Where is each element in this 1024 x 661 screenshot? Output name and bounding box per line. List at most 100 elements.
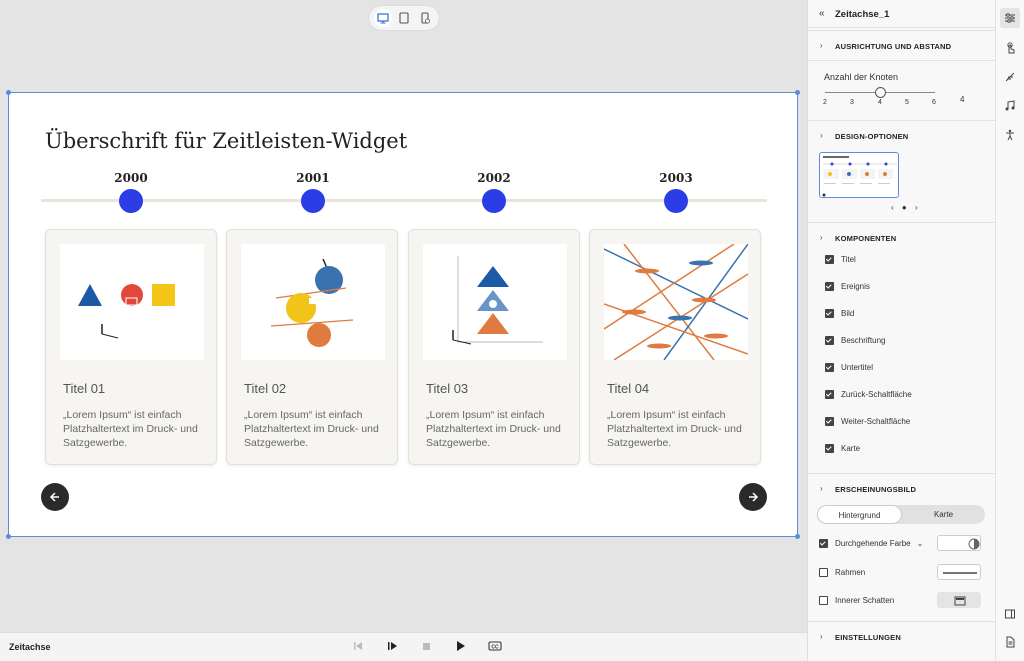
panel-toggle-button[interactable] — [1000, 604, 1020, 624]
panel-toggle-icon — [1005, 609, 1015, 619]
timeline-node[interactable] — [482, 189, 506, 213]
section-label: DESIGN-OPTIONEN — [835, 132, 909, 141]
crossing-lines-illustration — [604, 244, 748, 360]
effects-tab[interactable] — [1000, 67, 1020, 87]
properties-tab[interactable] — [1000, 8, 1020, 28]
timeline-card[interactable]: Titel 04 „Lorem Ipsum“ ist einfach Platz… — [589, 229, 761, 465]
checkbox[interactable] — [825, 335, 834, 345]
solid-color-row[interactable]: Durchgehende Farbe ⌄ — [819, 536, 923, 550]
card-image — [423, 244, 567, 360]
timeline-node[interactable] — [119, 189, 143, 213]
border-style-picker[interactable] — [937, 564, 981, 580]
section-design[interactable]: › DESIGN-OPTIONEN — [808, 120, 996, 150]
section-label: KOMPONENTEN — [835, 234, 897, 243]
resize-handle[interactable] — [6, 534, 11, 539]
prev-button[interactable] — [41, 483, 69, 511]
canvas-area: Überschrift für Zeitleisten-Widget 2000 … — [0, 0, 807, 632]
interaction-tab[interactable] — [1000, 38, 1020, 58]
document-button[interactable] — [1000, 632, 1020, 652]
desktop-icon — [377, 12, 389, 23]
desktop-view-button[interactable] — [374, 9, 393, 27]
section-settings[interactable]: › EINSTELLUNGEN — [808, 621, 996, 651]
resize-handle[interactable] — [795, 534, 800, 539]
section-label: ERSCHEINUNGSBILD — [835, 485, 917, 494]
design-option-thumbnail[interactable] — [819, 152, 899, 198]
device-switcher — [369, 6, 439, 30]
checkbox-label: Karte — [841, 443, 861, 453]
timeline-card[interactable]: Titel 03 „Lorem Ipsum“ ist einfach Platz… — [408, 229, 580, 465]
timeline-widget[interactable]: Überschrift für Zeitleisten-Widget 2000 … — [6, 90, 800, 539]
checkbox[interactable] — [825, 308, 834, 318]
checkbox[interactable] — [825, 254, 834, 264]
card-description: „Lorem Ipsum“ ist einfach Platzhaltertex… — [607, 409, 742, 449]
card-title: Titel 02 — [244, 381, 287, 396]
panel-header: « Zeitachse_1 — [808, 0, 996, 28]
timeline-card[interactable]: Titel 01 „Lorem Ipsum“ ist einfach Platz… — [45, 229, 217, 465]
checkbox-label: Bild — [841, 308, 855, 318]
component-toggle[interactable]: Bild — [825, 306, 854, 320]
stop-icon[interactable] — [420, 640, 432, 652]
section-label: AUSRICHTUNG UND ABSTAND — [835, 42, 952, 51]
design-pager[interactable]: ‹ ● › — [891, 203, 921, 212]
shadow-picker[interactable] — [937, 592, 981, 608]
component-toggle[interactable]: Beschriftung — [825, 333, 885, 347]
mobile-icon — [421, 12, 430, 24]
section-alignment[interactable]: › AUSRICHTUNG UND ABSTAND — [808, 30, 996, 60]
checkbox[interactable] — [819, 538, 828, 548]
slider-thumb[interactable] — [875, 87, 886, 98]
interaction-icon — [1007, 42, 1015, 54]
checkbox[interactable] — [819, 567, 828, 577]
mobile-view-button[interactable] — [416, 9, 434, 27]
resize-handle[interactable] — [6, 90, 11, 95]
checkbox[interactable] — [825, 362, 834, 372]
border-row[interactable]: Rahmen — [819, 565, 865, 579]
inner-shadow-row[interactable]: Innerer Schatten — [819, 593, 894, 607]
checkbox-label: Titel — [841, 254, 856, 264]
accessibility-tab[interactable] — [1000, 125, 1020, 145]
timeline-year: 2000 — [114, 171, 148, 185]
arrow-left-icon — [49, 492, 59, 502]
play-icon[interactable] — [454, 640, 466, 652]
balancing-spheres-illustration — [270, 258, 354, 347]
design-preview-illustration — [822, 156, 897, 197]
checkbox-label: Zurück-Schaltfläche — [841, 389, 912, 399]
component-toggle[interactable]: Ereignis — [825, 279, 870, 293]
timeline-node[interactable] — [664, 189, 688, 213]
step-back-icon[interactable] — [352, 640, 364, 652]
component-toggle[interactable]: Zurück-Schaltfläche — [825, 387, 912, 401]
color-swatch[interactable] — [937, 535, 981, 551]
checkbox[interactable] — [825, 416, 834, 426]
resize-handle[interactable] — [795, 90, 800, 95]
right-icon-rail — [995, 0, 1024, 661]
component-toggle[interactable]: Untertitel — [825, 360, 873, 374]
component-toggle[interactable]: Karte — [825, 441, 860, 455]
section-appearance[interactable]: › ERSCHEINUNGSBILD — [808, 473, 996, 503]
slider-tick: 6 — [932, 99, 936, 106]
tablet-view-button[interactable] — [395, 9, 413, 27]
component-toggle[interactable]: Titel — [825, 252, 856, 266]
checkbox[interactable] — [819, 595, 828, 605]
next-button[interactable] — [739, 483, 767, 511]
appearance-tabs: Hintergrund Karte — [817, 505, 985, 524]
double-chevron-left-icon[interactable]: « — [819, 8, 825, 19]
timeline-node[interactable] — [301, 189, 325, 213]
cc-icon[interactable]: CC — [488, 640, 502, 652]
node-count-label: Anzahl der Knoten — [824, 72, 899, 82]
timeline-title: Überschrift für Zeitleisten-Widget — [45, 129, 408, 153]
checkbox[interactable] — [825, 443, 834, 453]
slider-tick: 3 — [850, 99, 854, 106]
node-count-value: 4 — [960, 95, 965, 104]
card-image — [604, 244, 748, 360]
checkbox[interactable] — [825, 281, 834, 291]
checkbox[interactable] — [825, 389, 834, 399]
node-count-group — [808, 60, 996, 120]
tab-background[interactable]: Hintergrund — [817, 505, 902, 524]
audio-tab[interactable] — [1000, 96, 1020, 116]
tab-card[interactable]: Karte — [902, 505, 985, 524]
section-components[interactable]: › KOMPONENTEN — [808, 222, 996, 252]
component-toggle[interactable]: Weiter-Schaltfläche — [825, 414, 910, 428]
chevron-down-icon[interactable]: ⌄ — [917, 539, 924, 548]
properties-panel: « Zeitachse_1 › AUSRICHTUNG UND ABSTAND … — [807, 0, 996, 661]
timeline-card[interactable]: Titel 02 „Lorem Ipsum“ ist einfach Platz… — [226, 229, 398, 465]
step-forward-icon[interactable] — [386, 640, 398, 652]
